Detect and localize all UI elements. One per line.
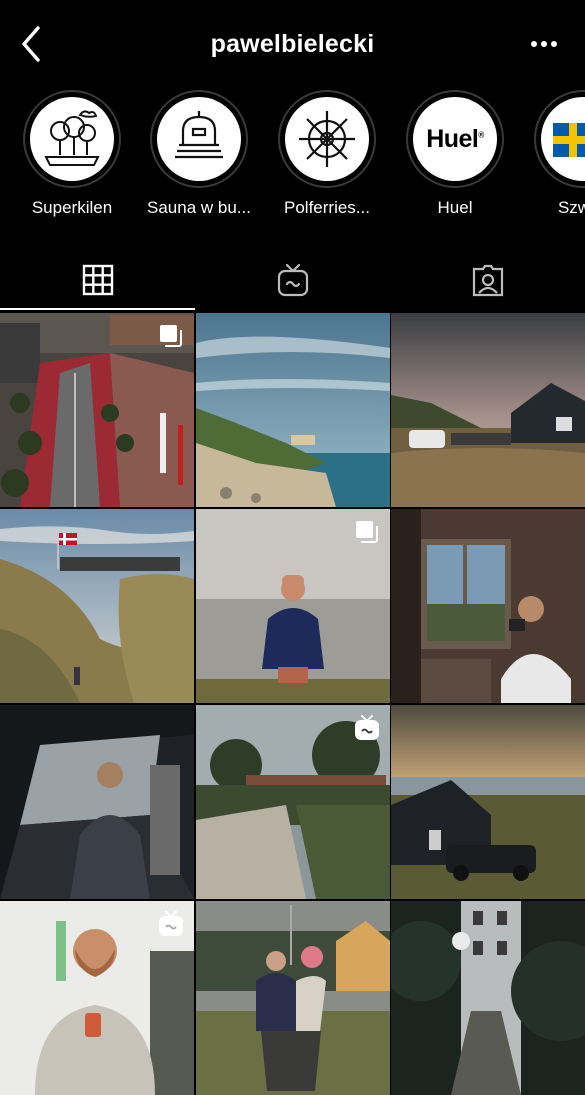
car-driver-photo — [0, 705, 194, 899]
post-tile[interactable] — [0, 509, 194, 703]
tagged-user-icon — [472, 264, 503, 297]
highlight-ring — [278, 90, 376, 188]
post-tile[interactable] — [391, 705, 585, 899]
tab-tagged[interactable] — [390, 250, 585, 310]
post-tile[interactable] — [196, 705, 390, 899]
highlight-ring — [23, 90, 121, 188]
cabin-dusk-photo — [391, 313, 585, 507]
highlight-ring — [150, 90, 248, 188]
tab-posts-grid[interactable] — [0, 250, 195, 310]
posts-grid — [0, 313, 585, 1095]
igtv-icon — [355, 715, 379, 740]
post-tile[interactable] — [391, 901, 585, 1095]
cliff-sea-photo — [196, 313, 390, 507]
highlight-label: Huel — [437, 198, 473, 217]
mother-child-photo — [196, 901, 390, 1095]
post-tile[interactable] — [196, 313, 390, 507]
post-tile[interactable] — [391, 313, 585, 507]
highlight-ring — [534, 90, 585, 188]
highlight-huel[interactable]: Huel® Huel — [400, 90, 510, 218]
story-highlights: Superkilen Sauna w bu... Polferries... H… — [0, 90, 585, 230]
post-tile[interactable] — [196, 509, 390, 703]
highlight-label: Szwec — [557, 198, 585, 217]
trees-icon — [44, 110, 100, 166]
profile-tabs — [0, 250, 585, 312]
post-tile[interactable] — [196, 901, 390, 1095]
carousel-icon — [356, 521, 378, 543]
cabin-car-photo — [391, 705, 585, 899]
highlight-sauna[interactable]: Sauna w bu... — [144, 90, 254, 218]
tab-igtv[interactable] — [195, 250, 390, 310]
post-tile[interactable] — [0, 901, 194, 1095]
highlight-label: Sauna w bu... — [147, 198, 251, 217]
igtv-icon — [159, 911, 183, 936]
profile-header: pawelbielecki — [0, 0, 585, 90]
photographer-window-photo — [391, 509, 585, 703]
dunes-flag-photo — [0, 509, 194, 703]
highlight-szwecja[interactable]: Szwec — [528, 90, 585, 218]
post-tile[interactable] — [0, 705, 194, 899]
highlight-label: Superkilen — [31, 198, 113, 217]
highlight-polferries[interactable]: Polferries... — [272, 90, 382, 218]
active-tab-indicator — [0, 308, 195, 310]
carousel-icon — [160, 325, 182, 347]
post-tile[interactable] — [391, 509, 585, 703]
street-alley-photo — [391, 901, 585, 1095]
more-horizontal-icon[interactable] — [527, 32, 561, 56]
igtv-icon — [277, 263, 308, 297]
grid-icon — [82, 264, 113, 296]
profile-username: pawelbielecki — [210, 30, 375, 58]
huel-logo: Huel® — [426, 124, 484, 153]
swedish-flag-icon — [553, 123, 585, 157]
sauna-icon — [175, 111, 223, 159]
highlight-ring: Huel® — [406, 90, 504, 188]
highlight-label: Polferries... — [284, 198, 370, 217]
post-tile[interactable] — [0, 313, 194, 507]
highlight-superkilen[interactable]: Superkilen — [17, 90, 127, 218]
ship-wheel-icon — [299, 111, 355, 167]
